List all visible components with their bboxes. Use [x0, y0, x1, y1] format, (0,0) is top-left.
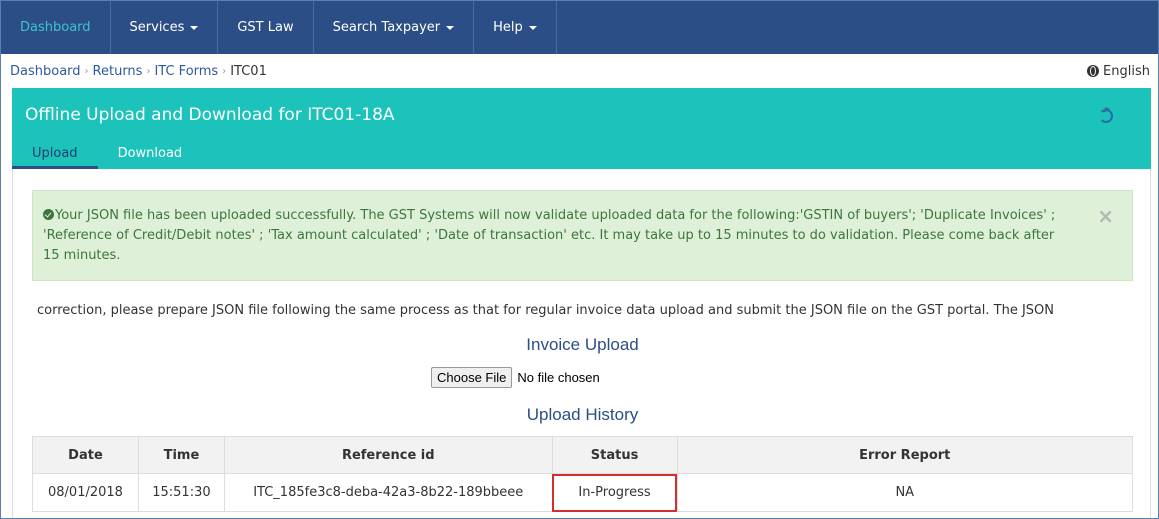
- breadcrumb-separator-icon: ›: [84, 65, 89, 77]
- nav-dashboard-label: Dashboard: [20, 20, 91, 35]
- alert-message: Your JSON file has been uploaded success…: [43, 208, 1056, 263]
- nav-search-taxpayer-label: Search Taxpayer: [332, 20, 441, 35]
- nav-gst-law[interactable]: GST Law: [218, 1, 314, 54]
- breadcrumb-dashboard[interactable]: Dashboard: [10, 64, 81, 79]
- refresh-icon[interactable]: [1099, 109, 1113, 123]
- panel-header: Offline Upload and Download for ITC01-18…: [12, 88, 1151, 169]
- app-frame: Dashboard Services GST Law Search Taxpay…: [0, 0, 1159, 519]
- close-icon[interactable]: ×: [1097, 206, 1114, 226]
- globe-icon: [1087, 65, 1100, 77]
- caret-down-icon: [528, 25, 537, 30]
- caret-down-icon: [190, 25, 199, 30]
- column-header-reference-id: Reference id: [223, 436, 553, 474]
- nav-gst-law-label: GST Law: [237, 20, 294, 35]
- column-header-status: Status: [551, 436, 678, 474]
- tab-download[interactable]: Download: [98, 137, 203, 169]
- cell-date: 08/01/2018: [32, 473, 139, 512]
- tab-download-label: Download: [117, 145, 183, 161]
- breadcrumb-itc-forms[interactable]: ITC Forms: [154, 64, 218, 79]
- file-input: Choose File No file chosen: [431, 366, 600, 388]
- breadcrumb: Dashboard › Returns › ITC Forms › ITC01 …: [1, 54, 1158, 88]
- nav-help-label: Help: [493, 20, 523, 35]
- main-content: Your JSON file has been uploaded success…: [12, 169, 1151, 518]
- marquee-text: correction, please prepare JSON file fol…: [37, 303, 1054, 318]
- language-label: English: [1103, 63, 1150, 79]
- nav-dashboard[interactable]: Dashboard: [1, 1, 111, 54]
- tab-upload[interactable]: Upload: [12, 137, 98, 169]
- table-header-row: Date Time Reference id Status Error Repo…: [32, 436, 1133, 474]
- caret-down-icon: [446, 25, 455, 30]
- tab-bar: Upload Download: [12, 137, 202, 169]
- column-header-time: Time: [137, 436, 225, 474]
- check-circle-icon: [43, 209, 54, 220]
- choose-file-button[interactable]: Choose File: [431, 366, 513, 388]
- file-status: No file chosen: [517, 369, 600, 385]
- column-header-error-report: Error Report: [676, 436, 1133, 474]
- breadcrumb-separator-icon: ›: [146, 65, 151, 77]
- table-row: 08/01/2018 15:51:30 ITC_185fe3c8-deba-42…: [32, 473, 1133, 512]
- cell-error-report: NA: [676, 473, 1133, 512]
- breadcrumb-separator-icon: ›: [222, 65, 227, 77]
- cell-time: 15:51:30: [137, 473, 225, 512]
- nav-search-taxpayer[interactable]: Search Taxpayer: [314, 1, 475, 54]
- tab-upload-label: Upload: [32, 145, 78, 161]
- cell-status: In-Progress: [551, 473, 678, 512]
- cell-reference-id: ITC_185fe3c8-deba-42a3-8b22-189bbeee: [223, 473, 553, 512]
- page-title: Offline Upload and Download for ITC01-18…: [25, 105, 395, 125]
- main-navbar: Dashboard Services GST Law Search Taxpay…: [1, 1, 1158, 54]
- nav-services[interactable]: Services: [111, 1, 219, 54]
- language-selector[interactable]: English: [1087, 54, 1150, 88]
- invoice-upload-title: Invoice Upload: [526, 335, 639, 354]
- column-header-date: Date: [32, 436, 139, 474]
- nav-help[interactable]: Help: [474, 1, 557, 54]
- breadcrumb-returns[interactable]: Returns: [93, 64, 143, 79]
- success-alert: Your JSON file has been uploaded success…: [32, 190, 1133, 281]
- breadcrumb-current: ITC01: [230, 63, 267, 79]
- upload-history-title: Upload History: [526, 405, 639, 424]
- nav-services-label: Services: [129, 20, 185, 35]
- upload-history-table: Date Time Reference id Status Error Repo…: [32, 436, 1133, 512]
